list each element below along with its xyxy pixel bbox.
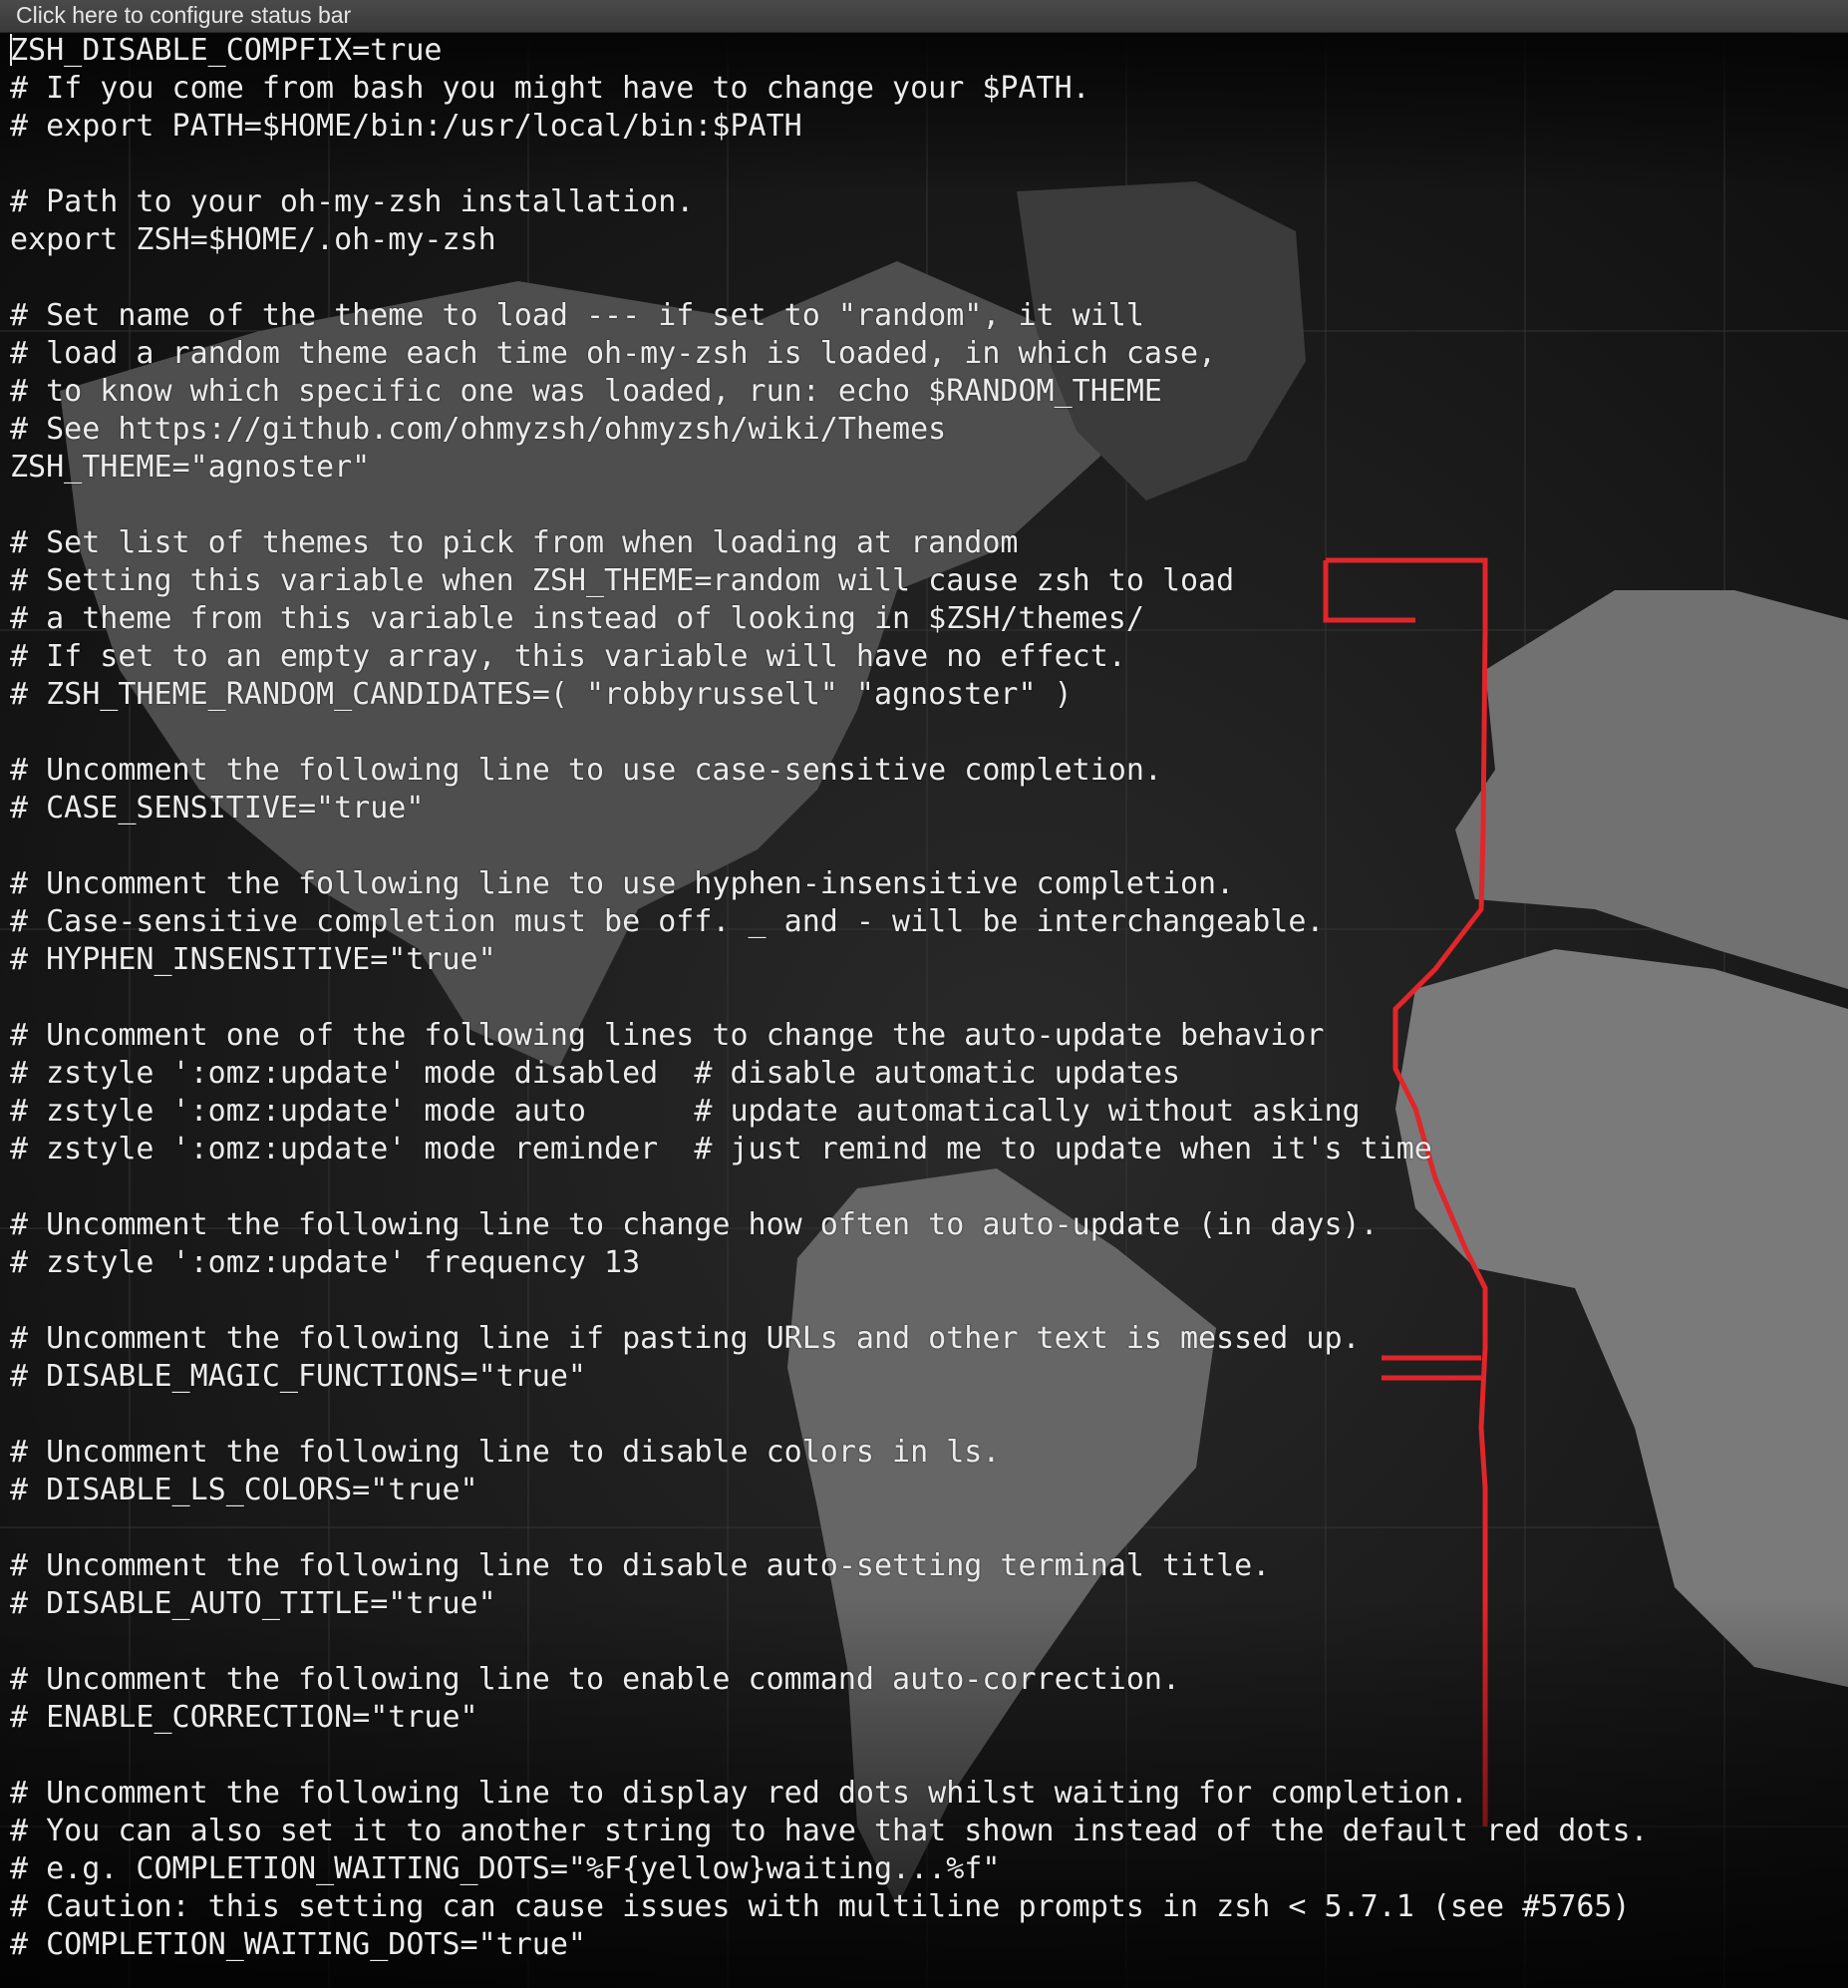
code-line-29: # zstyle ':omz:update' mode auto # updat… — [10, 1094, 1361, 1129]
code-line-44: # Uncomment the following line to enable… — [10, 1662, 1180, 1697]
code-line-38: # Uncomment the following line to disabl… — [10, 1435, 1001, 1470]
code-line-20: # Uncomment the following line to use ca… — [10, 753, 1162, 788]
code-line-text: ZSH_DISABLE_COMPFIX=true — [10, 33, 443, 68]
code-line-45: # ENABLE_CORRECTION="true" — [10, 1700, 478, 1735]
status-bar[interactable]: Click here to configure status bar — [0, 0, 1848, 33]
terminal-text-area[interactable]: ZSH_DISABLE_COMPFIX=true # If you come f… — [10, 32, 1840, 1984]
code-line-10: # to know which specific one was loaded,… — [10, 374, 1162, 409]
code-line-28: # zstyle ':omz:update' mode disabled # d… — [10, 1056, 1180, 1091]
code-line-21: # CASE_SENSITIVE="true" — [10, 791, 425, 826]
code-line-14: # Set list of themes to pick from when l… — [10, 525, 1019, 560]
code-line-39: # DISABLE_LS_COLORS="true" — [10, 1473, 478, 1507]
code-line-49: # e.g. COMPLETION_WAITING_DOTS="%F{yello… — [10, 1851, 1001, 1886]
code-line-42: # DISABLE_AUTO_TITLE="true" — [10, 1586, 496, 1621]
code-line-48: # You can also set it to another string … — [10, 1814, 1649, 1848]
code-line-25: # HYPHEN_INSENSITIVE="true" — [10, 942, 496, 977]
code-line-9: # load a random theme each time oh-my-zs… — [10, 336, 1217, 371]
code-line-2: # If you come from bash you might have t… — [10, 71, 1090, 106]
code-line-35: # Uncomment the following line if pastin… — [10, 1321, 1361, 1356]
code-line-32: # Uncomment the following line to change… — [10, 1207, 1379, 1242]
code-line-6: export ZSH=$HOME/.oh-my-zsh — [10, 222, 496, 257]
code-line-18: # ZSH_THEME_RANDOM_CANDIDATES=( "robbyru… — [10, 677, 1073, 712]
status-bar-label[interactable]: Click here to configure status bar — [16, 2, 351, 28]
code-line-27: # Uncomment one of the following lines t… — [10, 1018, 1325, 1053]
code-line-51: # COMPLETION_WAITING_DOTS="true" — [10, 1927, 586, 1962]
code-line-15: # Setting this variable when ZSH_THEME=r… — [10, 563, 1235, 598]
code-line-24: # Case-sensitive completion must be off.… — [10, 904, 1325, 939]
code-line-5: # Path to your oh-my-zsh installation. — [10, 184, 695, 219]
code-line-30: # zstyle ':omz:update' mode reminder # j… — [10, 1132, 1432, 1166]
terminal-window: Click here to configure status bar ZSH_D… — [0, 0, 1848, 1988]
code-line-12: ZSH_THEME="agnoster" — [10, 450, 371, 485]
code-line-33: # zstyle ':omz:update' frequency 13 — [10, 1245, 641, 1280]
code-line-36: # DISABLE_MAGIC_FUNCTIONS="true" — [10, 1359, 586, 1394]
code-line-8: # Set name of the theme to load --- if s… — [10, 298, 1144, 333]
code-line-50: # Caution: this setting can cause issues… — [10, 1889, 1631, 1924]
code-line-16: # a theme from this variable instead of … — [10, 601, 1144, 636]
code-line-11: # See https://github.com/ohmyzsh/ohmyzsh… — [10, 412, 947, 447]
code-line-17: # If set to an empty array, this variabl… — [10, 639, 1126, 674]
code-line-47: # Uncomment the following line to displa… — [10, 1776, 1468, 1811]
code-line-1: ZSH_DISABLE_COMPFIX=true — [10, 32, 1840, 70]
code-line-41: # Uncomment the following line to disabl… — [10, 1548, 1271, 1583]
code-line-23: # Uncomment the following line to use hy… — [10, 866, 1235, 901]
code-line-3: # export PATH=$HOME/bin:/usr/local/bin:$… — [10, 109, 802, 144]
